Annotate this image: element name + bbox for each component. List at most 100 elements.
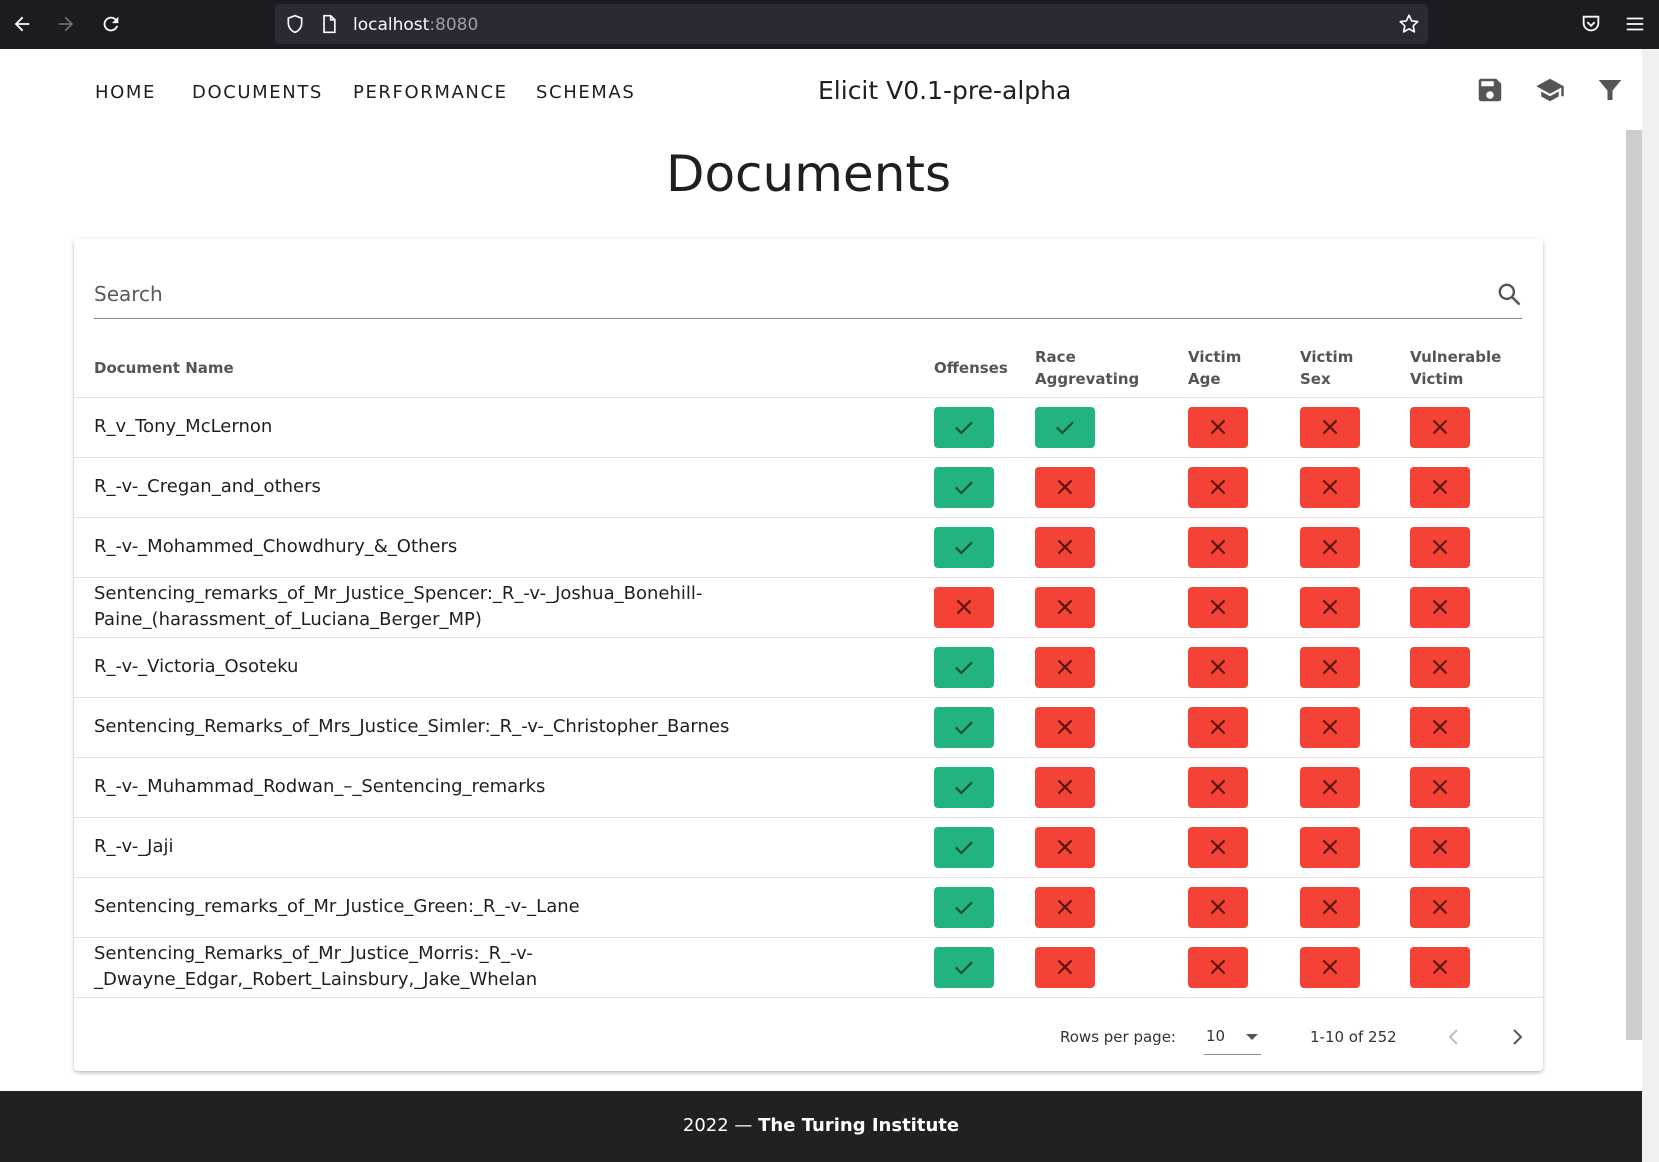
check-icon[interactable] bbox=[934, 826, 994, 868]
document-name-cell[interactable]: Sentencing_Remarks_of_Mrs_Justice_Simler… bbox=[74, 696, 934, 757]
header-race-aggrevating[interactable]: Race Aggrevating bbox=[1035, 339, 1188, 397]
pocket-icon[interactable] bbox=[1577, 10, 1605, 38]
close-icon[interactable] bbox=[1300, 466, 1360, 508]
document-name-cell[interactable]: R_-v-_Cregan_and_others bbox=[74, 456, 934, 517]
shield-icon[interactable] bbox=[285, 14, 305, 39]
menu-icon[interactable] bbox=[1621, 10, 1649, 38]
nav-schemas[interactable]: SCHEMAS bbox=[536, 82, 635, 103]
table-row[interactable]: Sentencing_Remarks_of_Mrs_Justice_Simler… bbox=[74, 696, 1543, 757]
close-icon[interactable] bbox=[1188, 586, 1248, 628]
close-icon[interactable] bbox=[1410, 646, 1470, 688]
document-name-cell[interactable]: R_-v-_Muhammad_Rodwan_–_Sentencing_remar… bbox=[74, 756, 934, 817]
close-icon[interactable] bbox=[1410, 466, 1470, 508]
close-icon[interactable] bbox=[1188, 886, 1248, 928]
close-icon[interactable] bbox=[1188, 466, 1248, 508]
nav-documents[interactable]: DOCUMENTS bbox=[192, 82, 323, 103]
search-icon[interactable] bbox=[1496, 281, 1522, 307]
close-icon[interactable] bbox=[1188, 526, 1248, 568]
scrollbar-track[interactable] bbox=[1642, 49, 1659, 1162]
document-name-cell[interactable]: R_v_Tony_McLernon bbox=[74, 396, 934, 457]
close-icon[interactable] bbox=[1188, 646, 1248, 688]
close-icon[interactable] bbox=[1035, 706, 1095, 748]
close-icon[interactable] bbox=[1410, 946, 1470, 988]
close-icon[interactable] bbox=[1188, 766, 1248, 808]
bookmark-star-icon[interactable] bbox=[1398, 13, 1420, 40]
table-row[interactable]: Sentencing_remarks_of_Mr_Justice_Spencer… bbox=[74, 576, 1543, 637]
search-input[interactable] bbox=[94, 279, 1474, 309]
nav-performance[interactable]: PERFORMANCE bbox=[353, 82, 508, 103]
close-icon[interactable] bbox=[1035, 826, 1095, 868]
table-row[interactable]: R_-v-_Mohammed_Chowdhury_&_Others bbox=[74, 516, 1543, 577]
table-row[interactable]: R_-v-_Victoria_Osoteku bbox=[74, 636, 1543, 697]
close-icon[interactable] bbox=[1410, 406, 1470, 448]
table-row[interactable]: Sentencing_Remarks_of_Mr_Justice_Morris:… bbox=[74, 936, 1543, 998]
close-icon[interactable] bbox=[1188, 706, 1248, 748]
close-icon[interactable] bbox=[1300, 826, 1360, 868]
document-name-cell[interactable]: Sentencing_remarks_of_Mr_Justice_Green:_… bbox=[74, 876, 934, 937]
document-name-cell[interactable]: R_-v-_Mohammed_Chowdhury_&_Others bbox=[74, 516, 934, 577]
check-icon[interactable] bbox=[934, 526, 994, 568]
close-icon[interactable] bbox=[1035, 526, 1095, 568]
search-field[interactable] bbox=[94, 269, 1522, 319]
document-name-cell[interactable]: R_-v-_Jaji bbox=[74, 816, 934, 877]
close-icon[interactable] bbox=[1410, 586, 1470, 628]
close-icon[interactable] bbox=[1410, 886, 1470, 928]
save-icon[interactable] bbox=[1475, 75, 1505, 105]
chevron-down-icon bbox=[1246, 1034, 1258, 1040]
table-row[interactable]: R_-v-_Jaji bbox=[74, 816, 1543, 877]
check-icon[interactable] bbox=[934, 766, 994, 808]
close-icon[interactable] bbox=[1300, 526, 1360, 568]
check-icon[interactable] bbox=[1035, 406, 1095, 448]
check-icon[interactable] bbox=[934, 706, 994, 748]
reload-icon[interactable] bbox=[97, 10, 125, 38]
close-icon[interactable] bbox=[1410, 706, 1470, 748]
close-icon[interactable] bbox=[1300, 406, 1360, 448]
header-victim-sex[interactable]: Victim Sex bbox=[1300, 339, 1410, 397]
filter-icon[interactable] bbox=[1595, 75, 1625, 105]
scrollbar-thumb[interactable] bbox=[1626, 130, 1642, 1040]
close-icon[interactable] bbox=[1188, 406, 1248, 448]
close-icon[interactable] bbox=[1188, 946, 1248, 988]
school-icon[interactable] bbox=[1535, 75, 1565, 105]
header-vulnerable-victim[interactable]: Vulnerable Victim bbox=[1410, 339, 1543, 397]
check-icon[interactable] bbox=[934, 886, 994, 928]
close-icon[interactable] bbox=[1188, 826, 1248, 868]
close-icon[interactable] bbox=[1300, 706, 1360, 748]
close-icon[interactable] bbox=[1035, 466, 1095, 508]
check-icon[interactable] bbox=[934, 406, 994, 448]
close-icon[interactable] bbox=[934, 586, 994, 628]
close-icon[interactable] bbox=[1035, 946, 1095, 988]
check-icon[interactable] bbox=[934, 946, 994, 988]
prev-page-icon[interactable] bbox=[1439, 1022, 1469, 1052]
address-bar[interactable]: localhost:8080 bbox=[275, 4, 1428, 44]
check-icon[interactable] bbox=[934, 466, 994, 508]
table-row[interactable]: R_-v-_Muhammad_Rodwan_–_Sentencing_remar… bbox=[74, 756, 1543, 817]
close-icon[interactable] bbox=[1410, 766, 1470, 808]
nav-home[interactable]: HOME bbox=[95, 82, 156, 103]
next-page-icon[interactable] bbox=[1502, 1022, 1532, 1052]
table-row[interactable]: R_-v-_Cregan_and_others bbox=[74, 456, 1543, 517]
close-icon[interactable] bbox=[1410, 826, 1470, 868]
header-victim-age[interactable]: Victim Age bbox=[1188, 339, 1300, 397]
header-offenses[interactable]: Offenses bbox=[934, 339, 1035, 397]
close-icon[interactable] bbox=[1035, 586, 1095, 628]
close-icon[interactable] bbox=[1300, 766, 1360, 808]
document-name-cell[interactable]: R_-v-_Victoria_Osoteku bbox=[74, 636, 934, 697]
close-icon[interactable] bbox=[1035, 766, 1095, 808]
close-icon[interactable] bbox=[1300, 646, 1360, 688]
table-row[interactable]: R_v_Tony_McLernon bbox=[74, 396, 1543, 457]
check-icon[interactable] bbox=[934, 646, 994, 688]
back-icon[interactable] bbox=[8, 10, 36, 38]
close-icon[interactable] bbox=[1300, 946, 1360, 988]
close-icon[interactable] bbox=[1035, 886, 1095, 928]
close-icon[interactable] bbox=[1410, 526, 1470, 568]
header-document-name[interactable]: Document Name bbox=[74, 339, 934, 397]
rows-per-page-select[interactable]: 10 bbox=[1204, 1018, 1261, 1055]
close-icon[interactable] bbox=[1300, 586, 1360, 628]
document-name-cell[interactable]: Sentencing_remarks_of_Mr_Justice_Spencer… bbox=[74, 576, 934, 637]
close-icon[interactable] bbox=[1035, 646, 1095, 688]
table-row[interactable]: Sentencing_remarks_of_Mr_Justice_Green:_… bbox=[74, 876, 1543, 937]
forward-icon[interactable] bbox=[52, 10, 80, 38]
document-name-cell[interactable]: Sentencing_Remarks_of_Mr_Justice_Morris:… bbox=[74, 936, 934, 998]
close-icon[interactable] bbox=[1300, 886, 1360, 928]
